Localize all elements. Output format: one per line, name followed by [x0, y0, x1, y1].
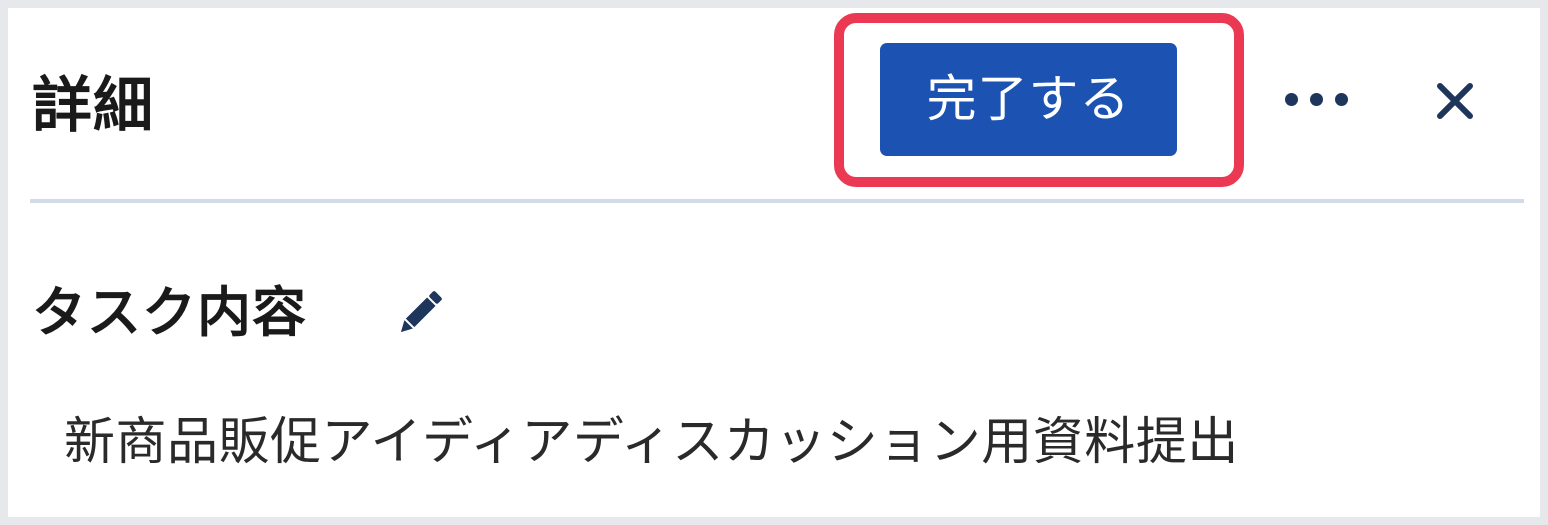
- task-content-heading: タスク内容: [32, 281, 307, 344]
- pencil-icon: [400, 291, 442, 333]
- edit-button[interactable]: [391, 284, 449, 342]
- close-icon: [1437, 83, 1473, 119]
- more-horizontal-icon: [1284, 92, 1298, 106]
- panel-header: 詳細 完了する: [8, 8, 1540, 202]
- header-divider: [30, 199, 1524, 203]
- task-content-text: 新商品販促アイディアディスカッション用資料提出: [64, 413, 1239, 472]
- complete-button[interactable]: 完了する: [880, 43, 1177, 156]
- more-horizontal-icon: [1309, 92, 1323, 106]
- task-detail-panel: 詳細 完了する タスク内容 新商品販促アイディアディスカッション用資料提出: [8, 8, 1540, 517]
- more-horizontal-icon: [1334, 92, 1348, 106]
- panel-title: 詳細: [32, 71, 154, 141]
- more-options-button[interactable]: [1276, 74, 1356, 124]
- close-button[interactable]: [1432, 78, 1478, 124]
